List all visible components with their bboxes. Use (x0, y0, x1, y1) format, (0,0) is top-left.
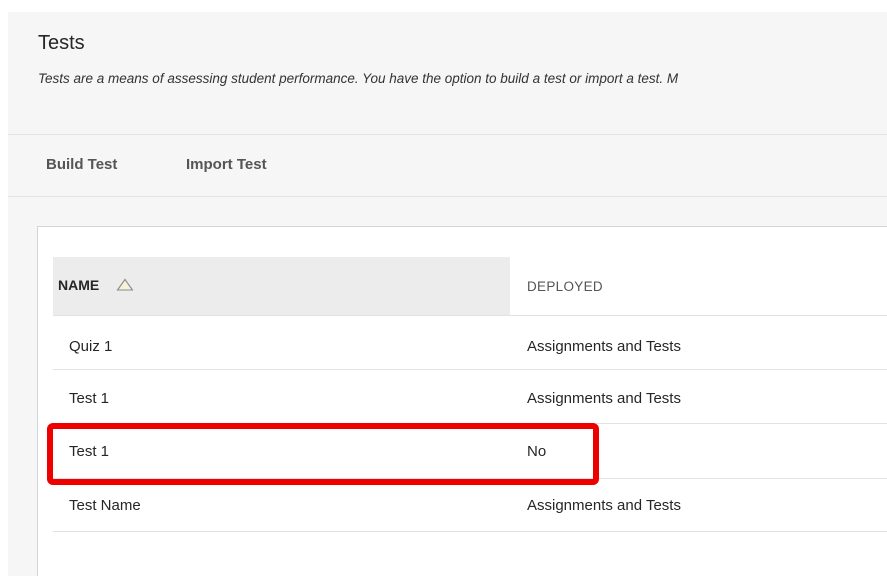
row-divider (53, 315, 887, 316)
test-name-link[interactable]: Test Name (69, 497, 141, 514)
build-test-button[interactable]: Build Test (46, 156, 117, 173)
sort-ascending-icon[interactable] (116, 278, 134, 292)
deployed-column-header[interactable]: DEPLOYED (527, 279, 603, 294)
divider (8, 196, 887, 197)
row-divider (53, 531, 887, 532)
import-test-button[interactable]: Import Test (186, 156, 267, 173)
page-title: Tests (38, 32, 85, 54)
name-column-label[interactable]: NAME (58, 277, 99, 293)
deployed-status: Assignments and Tests (527, 390, 681, 407)
deployed-status: Assignments and Tests (527, 497, 681, 514)
page-description: Tests are a means of assessing student p… (38, 71, 679, 86)
divider (8, 134, 887, 135)
row-divider (53, 369, 887, 370)
highlight-annotation (47, 423, 599, 485)
deployed-status: Assignments and Tests (527, 338, 681, 355)
test-name-link[interactable]: Test 1 (69, 390, 109, 407)
test-name-link[interactable]: Quiz 1 (69, 338, 112, 355)
